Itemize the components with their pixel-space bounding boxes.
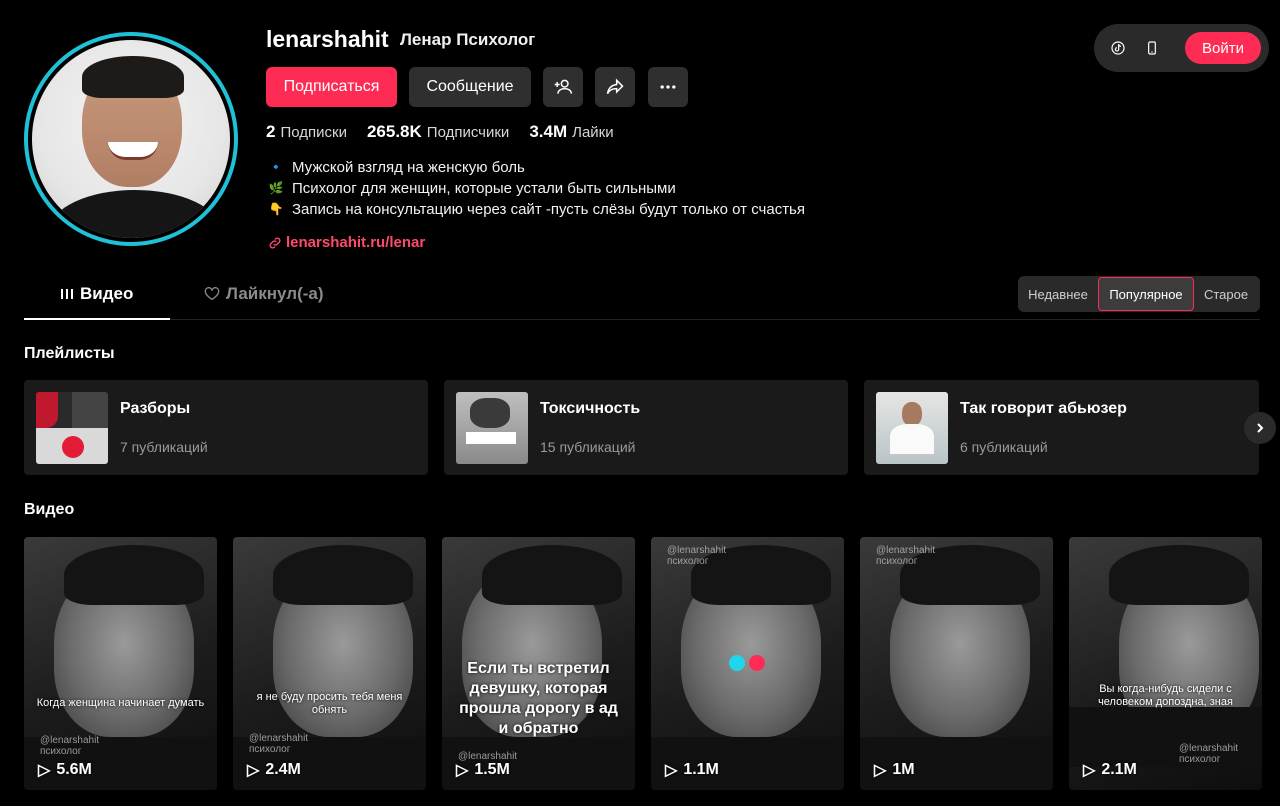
profile-stats: 2 Подписки 265.8K Подписчики 3.4M Лайки xyxy=(266,122,614,142)
playlist-title: Токсичность xyxy=(540,400,641,417)
video-caption: Если ты встретил девушку, которая прошла… xyxy=(459,660,618,737)
video-views: ▷ 1.5M xyxy=(456,761,510,779)
playlist-count: 7 публикаций xyxy=(120,439,208,455)
video-watermark: @lenarshahit психолог xyxy=(876,545,936,567)
video-views: ▷ 1M xyxy=(874,761,915,779)
sort-option-popular[interactable]: Популярное xyxy=(1098,277,1194,311)
sort-option-recent[interactable]: Недавнее xyxy=(1018,276,1098,312)
profile-username: lenarshahit xyxy=(266,26,389,52)
tab-videos[interactable]: Видео xyxy=(60,284,133,304)
videos-heading: Видео xyxy=(24,501,75,518)
more-options-button[interactable] xyxy=(648,67,688,107)
tab-liked[interactable]: Лайкнул(-а) xyxy=(204,284,324,304)
more-dots-icon xyxy=(660,85,676,89)
followers-stat[interactable]: 265.8K Подписчики xyxy=(367,122,509,142)
playlist-count: 15 публикаций xyxy=(540,439,636,455)
mobile-icon[interactable] xyxy=(1142,38,1162,58)
heart-lock-icon xyxy=(204,287,220,301)
video-card[interactable]: @lenarshahit психолог ▷ 1M xyxy=(860,537,1053,790)
play-icon: ▷ xyxy=(665,762,678,779)
bio-line: 👇 Запись на консультацию через сайт -пуст… xyxy=(268,201,805,218)
video-views: ▷ 2.1M xyxy=(1083,761,1137,779)
video-watermark: @lenarshahit психолог xyxy=(667,545,727,567)
avatar-image xyxy=(32,40,230,238)
video-views: ▷ 1.1M xyxy=(665,761,719,779)
play-icon: ▷ xyxy=(874,762,887,779)
profile-link[interactable]: lenarshahit.ru/lenar xyxy=(268,234,425,251)
likes-stat: 3.4M Лайки xyxy=(529,122,614,141)
playlist-title: Разборы xyxy=(120,400,191,417)
playlist-thumbnail xyxy=(36,392,108,464)
message-button[interactable]: Сообщение xyxy=(409,67,531,107)
play-icon: ▷ xyxy=(38,762,51,779)
video-watermark: @lenarshahit психолог xyxy=(1179,743,1239,765)
video-caption: я не буду просить тебя меня обнять xyxy=(256,691,403,716)
add-user-icon xyxy=(554,79,573,94)
play-icon: ▷ xyxy=(456,762,469,779)
tiktok-icon[interactable] xyxy=(1108,38,1128,58)
playlist-title: Так говорит абьюзер xyxy=(960,400,1127,417)
profile-bio: 🔹 Мужской взгляд на женскую боль 🌿 Психоло… xyxy=(268,157,805,220)
share-button[interactable] xyxy=(595,67,635,107)
playlist-count: 6 публикаций xyxy=(960,439,1048,455)
video-views: ▷ 5.6M xyxy=(38,761,92,779)
video-card[interactable]: Вы когда-нибудь сидели с человеком допоз… xyxy=(1069,537,1262,790)
sort-option-oldest[interactable]: Старое xyxy=(1194,276,1258,312)
video-card[interactable]: @lenarshahit психолог ▷ 1.1M xyxy=(651,537,844,790)
profile-avatar xyxy=(24,32,238,246)
link-icon xyxy=(269,237,281,248)
video-watermark: @lenarshahit психолог xyxy=(249,733,309,755)
video-views: ▷ 2.4M xyxy=(247,761,301,779)
playlist-card[interactable]: Токсичность 15 публикаций xyxy=(444,380,848,475)
active-tab-indicator xyxy=(24,318,170,320)
following-stat[interactable]: 2 Подписки xyxy=(266,122,347,142)
play-icon: ▷ xyxy=(247,762,260,779)
video-caption: Когда женщина начинает думать xyxy=(36,697,205,709)
sort-toggle: Недавнее Популярное Старое xyxy=(1018,276,1260,312)
playlists-heading: Плейлисты xyxy=(24,345,115,362)
login-button[interactable]: Войти xyxy=(1185,32,1261,64)
playlist-thumbnail xyxy=(456,392,528,464)
add-friend-button[interactable] xyxy=(543,67,583,107)
profile-nickname: Ленар Психолог xyxy=(400,30,536,49)
bio-line: 🔹 Мужской взгляд на женскую боль xyxy=(268,159,525,176)
top-actions-bar: Войти xyxy=(1094,24,1269,72)
video-caption: Вы когда-нибудь сидели с человеком допоз… xyxy=(1098,683,1233,708)
videos-grid: Когда женщина начинает думать @lenarshah… xyxy=(24,537,1262,790)
play-icon: ▷ xyxy=(1083,762,1096,779)
chevron-right-icon xyxy=(1257,423,1264,433)
loading-indicator xyxy=(729,655,765,671)
video-card[interactable]: Когда женщина начинает думать @lenarshah… xyxy=(24,537,217,790)
video-card[interactable]: Если ты встретил девушку, которая прошла… xyxy=(442,537,635,790)
follow-button[interactable]: Подписаться xyxy=(266,67,397,107)
video-watermark: @lenarshahit психолог xyxy=(40,735,100,757)
playlists-next-button[interactable] xyxy=(1244,412,1276,444)
bio-line: 🌿 Психолог для женщин, которые устали быт… xyxy=(268,180,676,197)
playlists-row: Разборы 7 публикаций Токсичность 15 публ… xyxy=(24,380,1259,475)
share-icon xyxy=(606,78,624,95)
playlist-card[interactable]: Разборы 7 публикаций xyxy=(24,380,428,475)
grid-icon xyxy=(61,289,73,299)
playlist-thumbnail xyxy=(876,392,948,464)
playlist-card[interactable]: Так говорит абьюзер 6 публикаций xyxy=(864,380,1259,475)
video-card[interactable]: я не буду просить тебя меня обнять @lena… xyxy=(233,537,426,790)
